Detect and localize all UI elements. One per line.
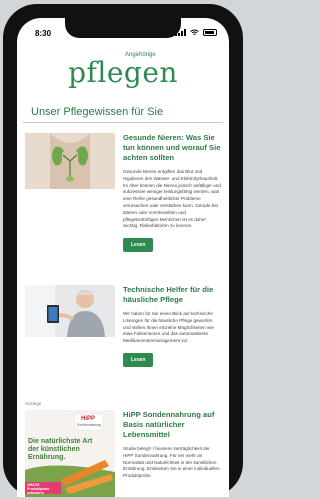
section-title: Unser Pflegewissen für Sie [23,100,223,123]
article-text: Gesunde Nieren entgiften das Blut und re… [123,169,221,229]
article-card: Technische Helfer für die häusliche Pfle… [17,275,229,397]
ad-text: Studie belegt¹,² bessere Verträglichkeit… [123,446,220,479]
status-bar: 8:30 [17,18,229,48]
status-icons [175,29,217,36]
notch [65,18,181,38]
article-text: Wir haben für Sie einen Blick auf techni… [123,311,214,344]
read-button[interactable]: Lesen [123,238,154,253]
ad-brand: HiPP [81,416,96,422]
signal-icon [175,29,186,36]
article-image-tech-helper[interactable] [25,285,115,337]
phone-frame: 8:30 Angehörige pflegen Unser Pflegewiss… [3,4,243,497]
kidneys-illustration-icon [25,133,115,189]
article-card: Gesunde Nieren: Was Sie tun können und w… [17,123,229,275]
site-logo[interactable]: Angehörige pflegen [17,48,229,100]
article-title[interactable]: Gesunde Nieren: Was Sie tun können und w… [123,133,221,163]
ad-image[interactable]: HiPP Sondennahrung Die natürlichste Art … [25,410,115,497]
ad-title[interactable]: HiPP Sondennahrung auf Basis natürlicher… [123,410,221,440]
read-button[interactable]: Lesen [123,352,154,367]
battery-icon [203,29,217,36]
ad-card: HiPP Sondennahrung Die natürlichste Art … [17,406,229,497]
article-title[interactable]: Technische Helfer für die häusliche Pfle… [123,285,221,305]
wifi-icon [190,29,199,35]
ad-label: Anzeige [25,401,42,406]
ad-brand-sub: Sondennahrung [77,423,102,427]
status-time: 8:30 [35,29,52,38]
elderly-man-tablet-photo-icon [25,285,115,337]
logo-title: pflegen [68,56,178,89]
article-image-kidneys[interactable] [25,133,115,189]
screen: 8:30 Angehörige pflegen Unser Pflegewiss… [17,18,229,497]
ad-badge[interactable]: GRATIS Produktprobe anfordern! [27,483,59,496]
ad-headline: Die natürlichste Art der künstlichen Ern… [28,438,93,461]
